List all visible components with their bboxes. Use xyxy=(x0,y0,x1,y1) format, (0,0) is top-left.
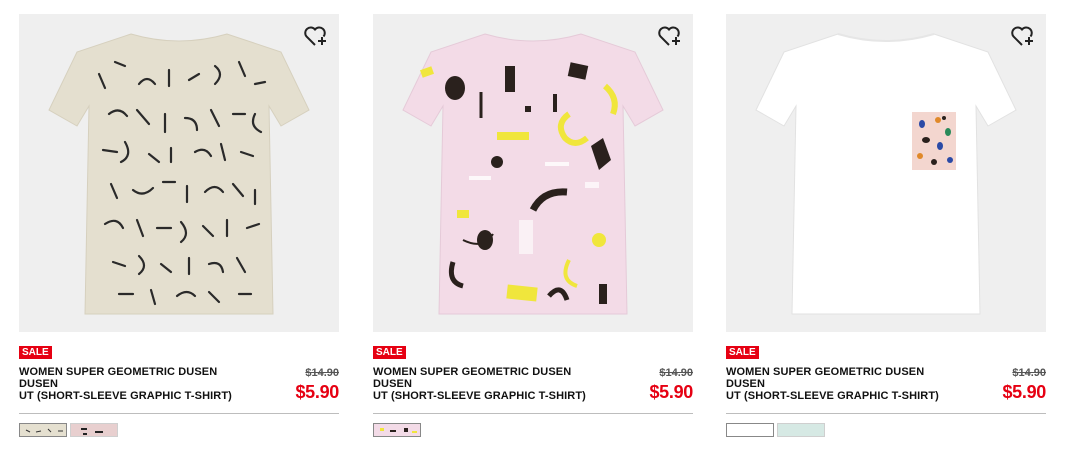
color-swatch-pink[interactable] xyxy=(70,423,118,437)
swatch-pattern xyxy=(81,428,103,435)
sale-price: $5.90 xyxy=(295,382,339,402)
product-name-line-2: UT (SHORT-SLEEVE GRAPHIC T-SHIRT) xyxy=(373,390,586,402)
color-swatches xyxy=(19,423,118,437)
product-name-line-2: UT (SHORT-SLEEVE GRAPHIC T-SHIRT) xyxy=(19,390,232,402)
product-name[interactable]: WOMEN SUPER GEOMETRIC DUSEN DUSEN UT (SH… xyxy=(726,366,966,402)
sale-price: $5.90 xyxy=(649,382,693,402)
product-card[interactable]: SALE WOMEN SUPER GEOMETRIC DUSEN DUSEN U… xyxy=(726,14,1046,437)
swatch-pattern xyxy=(25,428,63,433)
heart-plus-icon[interactable] xyxy=(303,24,329,48)
product-name[interactable]: WOMEN SUPER GEOMETRIC DUSEN DUSEN UT (SH… xyxy=(19,366,259,402)
sale-badge: SALE xyxy=(373,346,406,359)
heart-plus-icon[interactable] xyxy=(1010,24,1036,48)
divider xyxy=(373,413,693,414)
tshirt-pink-image xyxy=(402,33,664,315)
original-price: $14.90 xyxy=(305,367,339,379)
sale-badge: SALE xyxy=(726,346,759,359)
original-price: $14.90 xyxy=(1012,367,1046,379)
color-swatch-pink[interactable] xyxy=(373,423,421,437)
product-image[interactable] xyxy=(373,14,693,332)
sale-badge: SALE xyxy=(19,346,52,359)
heart-plus-icon[interactable] xyxy=(657,24,683,48)
product-card[interactable]: SALE WOMEN SUPER GEOMETRIC DUSEN DUSEN U… xyxy=(373,14,693,437)
color-swatches xyxy=(373,423,421,437)
product-name-line-1: WOMEN SUPER GEOMETRIC DUSEN DUSEN xyxy=(726,366,925,390)
product-image[interactable] xyxy=(726,14,1046,332)
color-swatch-beige[interactable] xyxy=(19,423,67,437)
color-swatch-white[interactable] xyxy=(726,423,774,437)
product-card[interactable]: SALE WOMEN SUPER GEOMETRIC DUSEN DUSEN U… xyxy=(19,14,339,437)
tshirt-white-image xyxy=(755,33,1017,315)
product-name-line-1: WOMEN SUPER GEOMETRIC DUSEN DUSEN xyxy=(373,366,572,390)
sale-price: $5.90 xyxy=(1002,382,1046,402)
divider xyxy=(19,413,339,414)
swatch-pattern xyxy=(380,428,417,433)
product-name[interactable]: WOMEN SUPER GEOMETRIC DUSEN DUSEN UT (SH… xyxy=(373,366,613,402)
color-swatch-mint[interactable] xyxy=(777,423,825,437)
product-name-line-2: UT (SHORT-SLEEVE GRAPHIC T-SHIRT) xyxy=(726,390,939,402)
product-image[interactable] xyxy=(19,14,339,332)
original-price: $14.90 xyxy=(659,367,693,379)
product-name-line-1: WOMEN SUPER GEOMETRIC DUSEN DUSEN xyxy=(19,366,218,390)
divider xyxy=(726,413,1046,414)
color-swatches xyxy=(726,423,825,437)
tshirt-beige-image xyxy=(48,33,310,315)
